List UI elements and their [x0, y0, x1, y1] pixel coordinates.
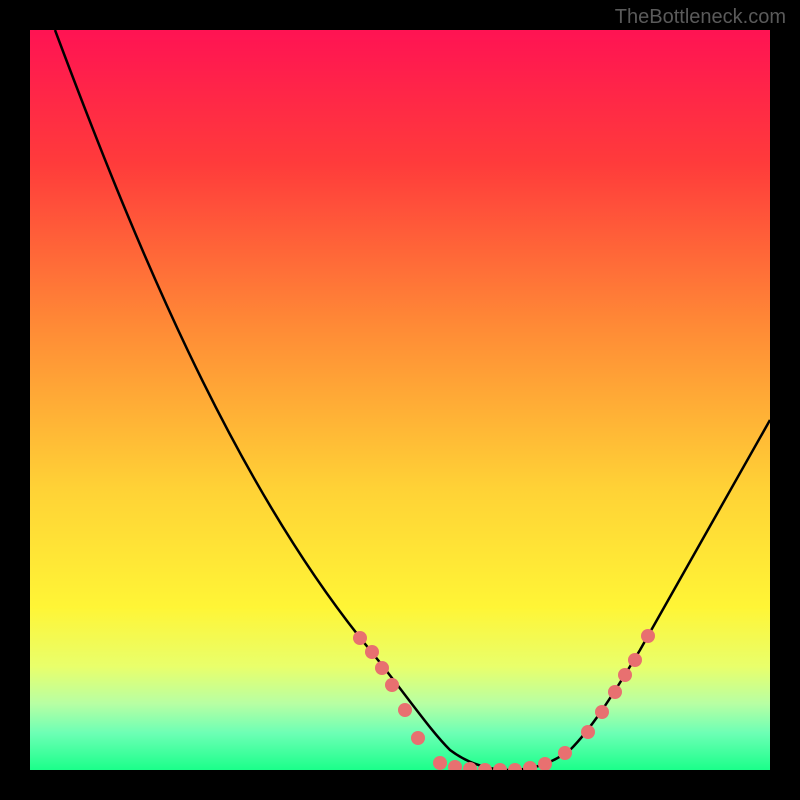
data-point — [493, 763, 507, 770]
data-point — [375, 661, 389, 675]
data-point — [508, 763, 522, 770]
watermark-text: TheBottleneck.com — [615, 6, 786, 29]
data-point — [628, 653, 642, 667]
bottleneck-curve — [30, 30, 770, 770]
data-point — [641, 629, 655, 643]
data-point — [558, 746, 572, 760]
data-point — [595, 705, 609, 719]
data-point — [581, 725, 595, 739]
data-point — [365, 645, 379, 659]
data-point — [448, 760, 462, 770]
data-point — [538, 757, 552, 770]
data-point — [478, 763, 492, 770]
data-point — [523, 761, 537, 770]
data-point — [398, 703, 412, 717]
data-point — [618, 668, 632, 682]
data-point — [353, 631, 367, 645]
data-point — [385, 678, 399, 692]
data-point — [433, 756, 447, 770]
chart-container — [30, 30, 770, 770]
data-point — [411, 731, 425, 745]
data-point — [608, 685, 622, 699]
